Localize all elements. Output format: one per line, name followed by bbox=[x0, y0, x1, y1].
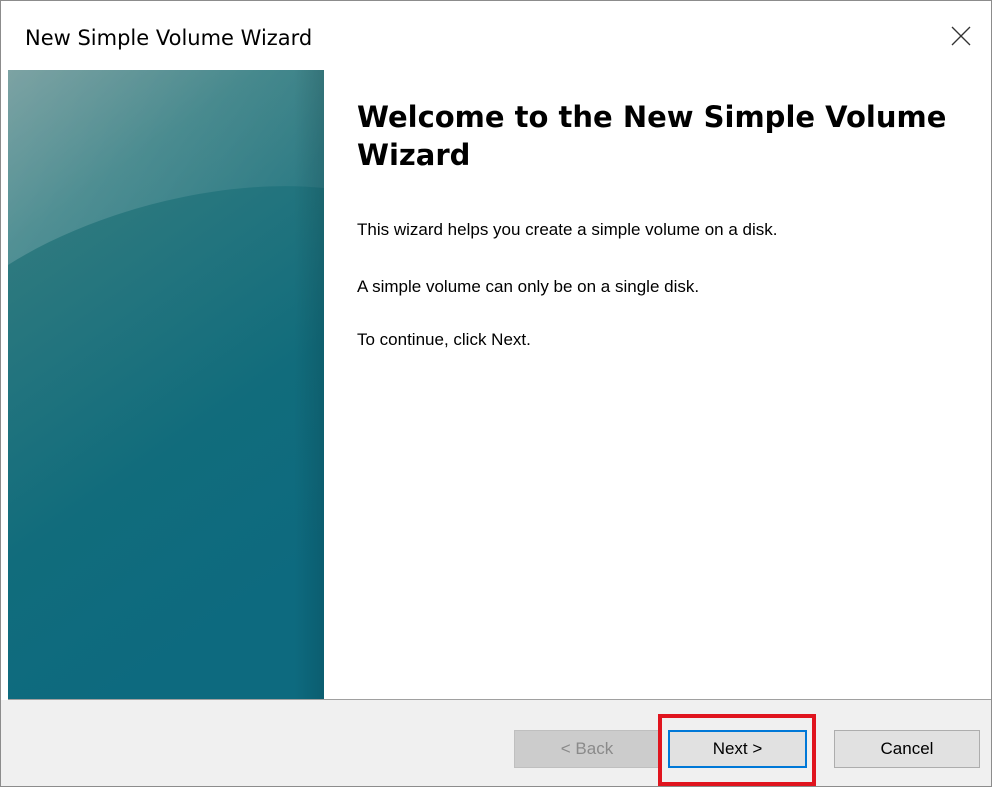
close-icon bbox=[951, 26, 971, 45]
window-title: New Simple Volume Wizard bbox=[25, 26, 313, 50]
welcome-heading: Welcome to the New Simple Volume Wizard bbox=[357, 100, 947, 172]
continue-instruction: To continue, click Next. bbox=[357, 330, 531, 349]
title-bar: New Simple Volume Wizard bbox=[1, 1, 991, 70]
intro-text: This wizard helps you create a simple vo… bbox=[357, 220, 778, 239]
welcome-content: Welcome to the New Simple Volume Wizard … bbox=[357, 98, 967, 349]
back-button[interactable]: < Back bbox=[514, 730, 660, 768]
wizard-window: New Simple Volume Wizard Welcome to the … bbox=[0, 0, 992, 787]
button-bar: < Back Next > Cancel bbox=[1, 700, 991, 786]
single-disk-note: A simple volume can only be on a single … bbox=[357, 277, 700, 296]
cancel-button[interactable]: Cancel bbox=[834, 730, 980, 768]
wizard-banner-image bbox=[8, 70, 324, 699]
next-button[interactable]: Next > bbox=[668, 730, 807, 768]
close-button[interactable] bbox=[931, 1, 991, 70]
